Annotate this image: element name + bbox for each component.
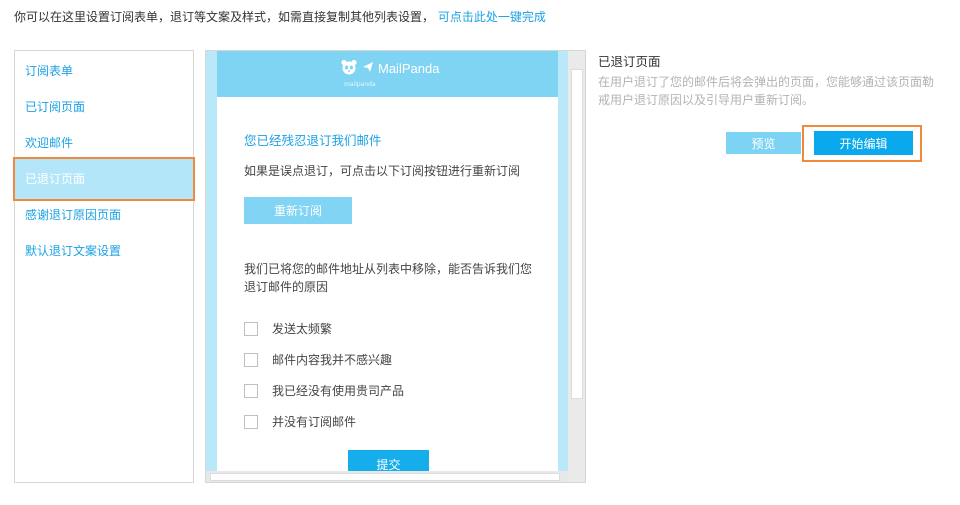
resubscribe-button[interactable]: 重新订阅 [244,197,352,224]
mailpanda-logo: MailPanda [340,58,439,79]
panda-icon [340,58,358,79]
sidebar-item-subscribe-form[interactable]: 订阅表单 [15,53,193,89]
reason-label: 邮件内容我并不感兴趣 [272,353,393,367]
sidebar-item-thanks-reason-page[interactable]: 感谢退订原因页面 [15,197,193,233]
reason-checkbox[interactable] [244,414,258,429]
reason-option: 我已经没有使用贵司产品 [244,382,404,399]
sidebar-item-unsubscribed-page[interactable]: 已退订页面 [13,157,195,201]
sidebar-item-subscribed-page[interactable]: 已订阅页面 [15,89,193,125]
submit-reason-button[interactable]: 提交 [348,450,429,471]
start-editing-button[interactable]: 开始编辑 [814,131,913,155]
preview-right-border [558,51,568,471]
reason-option: 并没有订阅邮件 [244,413,356,430]
horizontal-scrollbar[interactable] [206,471,568,482]
reason-label: 我已经没有使用贵司产品 [272,384,405,398]
reason-label: 并没有订阅邮件 [272,415,357,429]
reason-checkbox[interactable] [244,383,258,398]
logo-text: MailPanda [378,61,440,76]
paper-plane-icon [362,61,374,76]
vertical-scrollbar-thumb[interactable] [571,69,583,399]
reason-prompt: 我们已将您的邮件地址从列表中移除，能否告诉我们您退订邮件的原因 [244,262,533,294]
preview-button[interactable]: 预览 [726,132,801,154]
reason-checkbox[interactable] [244,352,258,367]
email-header: MailPanda mailpanda [217,51,558,97]
email-preview-frame: MailPanda mailpanda 您已经残忍退订我们邮件 如果是误点退订，… [205,50,586,483]
logo-subtext: mailpanda [344,81,376,88]
horizontal-scrollbar-thumb[interactable] [210,473,560,481]
reason-label: 发送太频繁 [272,322,333,336]
unsubscribed-title: 您已经残忍退订我们邮件 [244,133,382,148]
one-click-copy-link[interactable]: 可点击此处一键完成 [438,10,546,24]
vertical-scrollbar[interactable] [568,51,585,482]
reason-option: 发送太频繁 [244,320,332,337]
reason-option: 邮件内容我并不感兴趣 [244,351,392,368]
sidebar-item-welcome-email[interactable]: 欢迎邮件 [15,125,193,161]
intro-description: 你可以在这里设置订阅表单，退订等文案及样式，如需直接复制其他列表设置， [14,10,435,24]
reason-checkbox[interactable] [244,321,258,336]
unsubscribed-subtitle: 如果是误点退订，可点击以下订阅按钮进行重新订阅 [244,164,521,178]
page-description: 在用户退订了您的邮件后将会弹出的页面，您能够通过该页面勒戒用户退订原因以及引导用… [598,75,935,107]
preview-left-border [206,51,217,471]
settings-sidebar: 订阅表单 已订阅页面 欢迎邮件 已退订页面 感谢退订原因页面 默认退订文案设置 [13,50,195,483]
email-preview-card: MailPanda mailpanda 您已经残忍退订我们邮件 如果是误点退订，… [217,51,558,471]
page-title: 已退订页面 [598,54,661,69]
sidebar-item-default-unsubscribe-copy[interactable]: 默认退订文案设置 [15,233,193,269]
intro-text: 你可以在这里设置订阅表单，退订等文案及样式，如需直接复制其他列表设置， 可点击此… [14,8,546,25]
